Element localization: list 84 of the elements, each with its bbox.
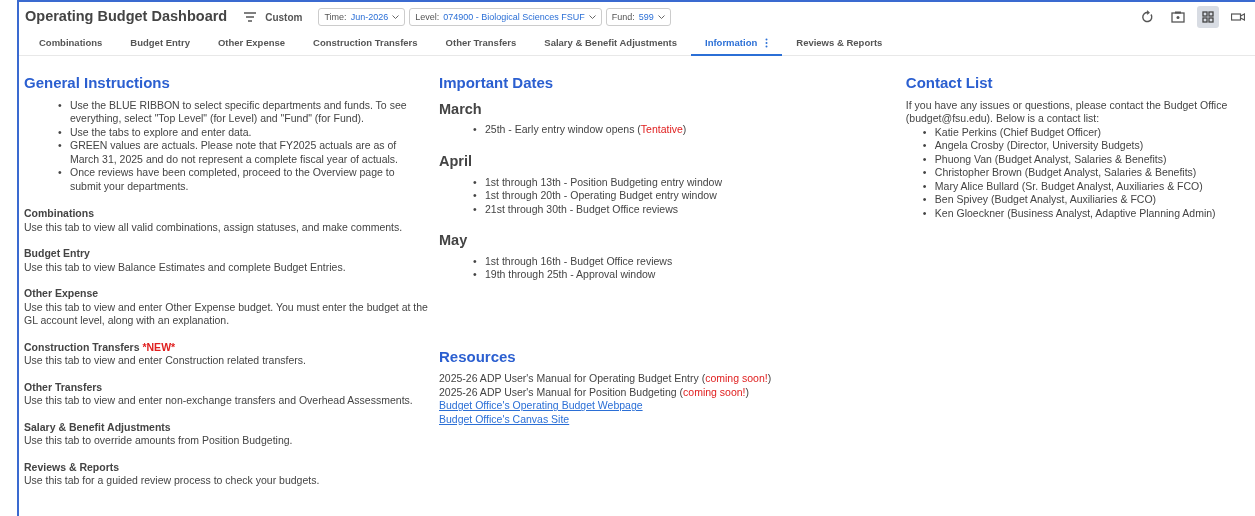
section-title: Salary & Benefit Adjustments	[24, 420, 171, 433]
date-item: 1st through 13th - Position Budgeting entry window	[485, 175, 722, 189]
instruction-item: Once reviews have been completed, proceed to the Overview page to submit your departments.	[70, 166, 396, 193]
month-heading: March	[439, 99, 483, 119]
contact-item: Phuong Van (Budget Analyst, Salaries & Benefits)	[934, 152, 1167, 166]
camera-icon	[1171, 10, 1185, 24]
section-heading: Important Dates	[439, 73, 555, 93]
bullet: •	[922, 179, 928, 193]
contact-item: Ken Gloeckner (Business Analyst, Adaptive Planning Admin)	[934, 206, 1216, 220]
section-description: Use this tab to override amounts from Position Budgeting.	[24, 434, 294, 448]
bullet: •	[922, 125, 928, 139]
tab[interactable]: Other Transfers	[431, 32, 531, 56]
date-item: 19th through 25th - Approval window	[485, 268, 656, 282]
section-description: Use this tab to view and enter non-exchange transfers and Overhead Assessments.	[24, 394, 414, 408]
dashboard-title: Operating Budget Dashboard	[25, 7, 228, 27]
resource-link[interactable]: Budget Office's Operating Budget Webpage	[439, 399, 643, 412]
bullet: •	[473, 123, 478, 137]
tab[interactable]: Reviews & Reports	[782, 32, 897, 56]
section-description: Use this tab to view and enter Other Expense budget. You must enter the budget at the GL account level, along with an explanation.	[24, 300, 428, 328]
contact-item: Christopher Brown (Budget Analyst, Salaries & Benefits)	[934, 166, 1197, 180]
bullet: •	[473, 254, 478, 269]
resource-text: 2025-26 ADP User's Manual for Position Budgeting (coming soon!)	[439, 385, 749, 398]
bullet: •	[473, 189, 478, 203]
date-item: 21st through 30th - Budget Office reviews	[485, 202, 678, 216]
refresh-icon	[1141, 10, 1155, 24]
contact-item: Mary Alice Bullard (Sr. Budget Analyst, Auxiliaries & FCO)	[934, 179, 1203, 193]
month-heading: April	[439, 151, 474, 171]
date-item: 25th - Early entry window opens (Tentative)	[485, 123, 687, 137]
bullet: •	[922, 152, 928, 166]
bullet: •	[58, 166, 63, 180]
contact-item: Ben Spivey (Budget Analyst, Auxiliaries & FCO)	[934, 193, 1157, 207]
bullet: •	[922, 206, 928, 220]
month-heading: May	[439, 231, 469, 250]
section-heading: Contact List	[905, 73, 994, 93]
section-title: Other Transfers	[24, 380, 103, 393]
date-item: 1st through 20th - Operating Budget entry window	[485, 189, 717, 203]
contact-intro: If you have any issues or questions, please contact the Budget Office (budget@fsu.edu). Below is a contact list:	[905, 98, 1229, 126]
filter-icon[interactable]	[243, 12, 258, 22]
tab[interactable]: Construction Transfers	[299, 32, 432, 56]
view-label: Custom	[265, 10, 303, 25]
section-heading: General Instructions	[24, 73, 171, 93]
grid-icon	[1201, 10, 1215, 24]
section-title: Combinations	[24, 207, 94, 219]
section-title: Budget Entry	[24, 247, 90, 259]
chevron-icon	[657, 14, 665, 20]
tab[interactable]: Budget Entry	[116, 32, 204, 56]
section-description: Use this tab to view all valid combinations, assign statuses, and make comments.	[24, 220, 404, 234]
bullet: •	[58, 98, 63, 113]
instruction-item: GREEN values are actuals. Please note that FY2025 actuals are as of March 31, 2025 and do not represent a complete fiscal year of actuals.	[70, 139, 400, 166]
date-item: 1st through 16th - Budget Office reviews	[485, 254, 673, 269]
contact-item: Katie Perkins (Chief Budget Officer)	[934, 125, 1101, 139]
tab[interactable]: Combinations	[25, 32, 117, 56]
resource-text: 2025-26 ADP User's Manual for Operating Budget Entry (coming soon!)	[439, 372, 772, 385]
filter-dropdown[interactable]: Time: Jun-2026	[318, 8, 406, 26]
section-description: Use this tab for a guided review process to check your budgets.	[24, 474, 321, 488]
tab[interactable]: Salary & Benefit Adjustments	[530, 32, 691, 56]
filter-dropdown[interactable]: Level: 074900 - Biological Sciences FSUF	[409, 8, 602, 26]
bullet: •	[473, 175, 478, 189]
section-title: Reviews & Reports	[24, 460, 120, 473]
bullet: •	[473, 268, 478, 282]
more-icon[interactable]	[765, 38, 769, 48]
section-heading: Resources	[439, 346, 517, 367]
section-title: Construction Transfers	[24, 340, 140, 353]
section-description: Use this tab to view and enter Construction related transfers.	[24, 354, 307, 368]
contact-item: Angela Crosby (Director, University Budgets)	[934, 139, 1144, 153]
section-description: Use this tab to view Balance Estimates and complete Budget Entries.	[24, 260, 347, 274]
section-title: Other Expense	[24, 287, 99, 299]
new-tag: *NEW*	[142, 340, 176, 353]
tab[interactable]: Information	[691, 32, 783, 56]
bullet: •	[58, 125, 63, 139]
filter-dropdown[interactable]: Fund: 599	[605, 8, 671, 26]
bullet: •	[58, 139, 63, 153]
tab[interactable]: Other Expense	[204, 32, 300, 56]
bullet: •	[922, 139, 928, 153]
video-camera-icon	[1231, 10, 1245, 24]
resource-link[interactable]: Budget Office's Canvas Site	[439, 412, 570, 425]
bullet: •	[473, 202, 478, 216]
bullet: •	[922, 166, 928, 180]
instruction-item: Use the BLUE RIBBON to select specific departments and funds. To see everything, select "Top Level" (for Level) and "Fund" (for Fund).	[70, 98, 408, 126]
grid-button[interactable]	[1197, 6, 1219, 28]
chevron-icon	[392, 14, 400, 20]
chevron-icon	[588, 14, 596, 20]
instruction-item: Use the tabs to explore and enter data.	[70, 125, 252, 139]
bullet: •	[922, 193, 928, 207]
